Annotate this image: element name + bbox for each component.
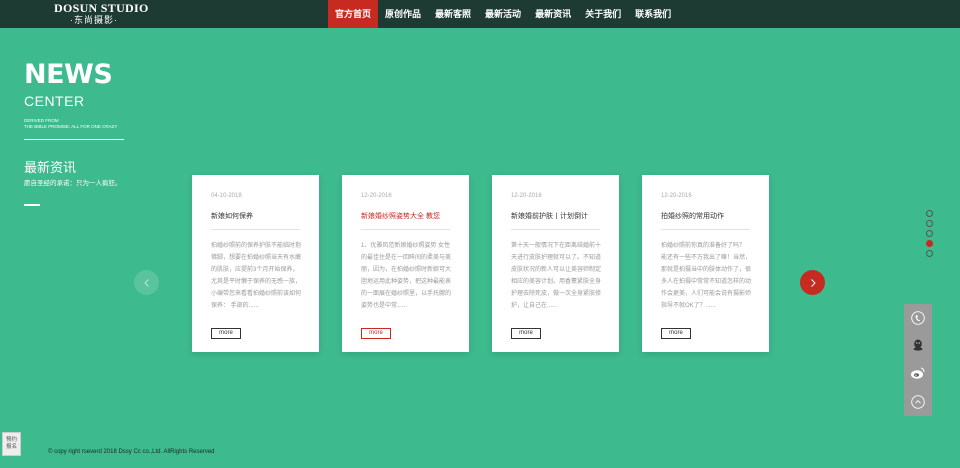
card-title[interactable]: 新娘婚纱照姿势大全 教您 — [361, 211, 453, 221]
nav-home[interactable]: 官方首页 — [328, 0, 379, 28]
card-excerpt: 拍婚纱照前的保养护肤不能临时抱佛脚，想要在拍婚纱照当天有水嫩的肌肤，应提前3个月… — [211, 243, 301, 309]
card-divider — [211, 229, 300, 230]
back-to-top-icon — [911, 395, 925, 409]
card-more-button[interactable]: more — [361, 328, 391, 339]
logo-chinese: ·东尚摄影· — [70, 15, 118, 25]
card-date: 12-20-2016 — [361, 193, 392, 199]
back-to-top-button[interactable] — [908, 392, 928, 412]
news-card-3[interactable]: 12-20-2016 新娘婚前护肤丨计划倒计 第十天一般情况下在距离结婚前十天进… — [492, 175, 619, 352]
card-divider — [511, 229, 600, 230]
nav-news[interactable]: 最新资讯 — [528, 0, 578, 28]
appointment-tab[interactable]: 预约 报名 — [2, 432, 21, 456]
hero-tagline-line2: THE BIBLE PROMISE: ALL FOR ONE CRAZY — [24, 124, 118, 129]
weibo-icon — [911, 367, 925, 379]
card-excerpt: 1、优雅风范新娘婚纱照姿势 女性的最佳住是在一回眸间的柔美与美丽，因为，在拍婚纱… — [361, 243, 451, 309]
floating-contact-bar — [904, 304, 932, 416]
card-more-button[interactable]: more — [211, 328, 241, 339]
card-divider — [361, 229, 450, 230]
card-title[interactable]: 新娘如何保养 — [211, 211, 303, 221]
card-date: 12-20-2016 — [511, 193, 542, 199]
main-nav: 官方首页 原创作品 最新客照 最新活动 最新资讯 关于我们 联系我们 — [328, 0, 678, 28]
card-excerpt: 拍婚纱照前你真的准备好了吗？ 能还有一些不万我出了嘛！当然，那就是拍摄当中的肢体… — [661, 243, 751, 309]
card-date: 04-10-2018 — [211, 193, 242, 199]
carousel-next-button[interactable] — [800, 270, 825, 295]
pagination-dot[interactable] — [926, 220, 933, 227]
card-title[interactable]: 新娘婚前护肤丨计划倒计 — [511, 211, 603, 221]
card-divider — [661, 229, 750, 230]
weibo-button[interactable] — [908, 363, 928, 383]
hero-center-heading: CENTER — [24, 93, 85, 109]
nav-events[interactable]: 最新活动 — [478, 0, 528, 28]
appointment-label-line2: 报名 — [5, 444, 17, 450]
logo[interactable]: DOSUN STUDIO ·东尚摄影· — [54, 1, 149, 26]
pagination-dot[interactable] — [926, 230, 933, 237]
nav-contact[interactable]: 联系我们 — [628, 0, 678, 28]
carousel-pagination — [926, 210, 934, 260]
phone-button[interactable] — [908, 308, 928, 328]
pagination-dot-active[interactable] — [926, 240, 933, 247]
carousel-prev-button[interactable] — [134, 270, 159, 295]
hero-tagline: DERIVED FROM THE BIBLE PROMISE: ALL FOR … — [24, 118, 117, 130]
nav-about[interactable]: 关于我们 — [578, 0, 628, 28]
card-more-button[interactable]: more — [661, 328, 691, 339]
news-card-1[interactable]: 04-10-2018 新娘如何保养 拍婚纱照前的保养护肤不能临时抱佛脚，想要在拍… — [192, 175, 319, 352]
logo-english: DOSUN STUDIO — [54, 1, 149, 15]
nav-original-works[interactable]: 原创作品 — [378, 0, 428, 28]
phone-icon — [911, 311, 925, 325]
qq-button[interactable] — [908, 335, 928, 355]
card-date: 12-20-2016 — [661, 193, 692, 199]
chevron-left-icon — [143, 278, 149, 287]
pagination-dot[interactable] — [926, 250, 933, 257]
card-title[interactable]: 拍婚纱照的常用动作 — [661, 211, 753, 221]
appointment-label-line1: 预约 — [5, 437, 17, 443]
card-excerpt: 第十天一般情况下在距离结婚前十天进行皮肤护理就可以了。不知道皮肤状况的新人可以让… — [511, 243, 601, 309]
pagination-dot[interactable] — [926, 210, 933, 217]
card-more-button[interactable]: more — [511, 328, 541, 339]
section-subtitle: 愿自圣经的承诺：只为一人疯狂。 — [24, 180, 122, 187]
top-navbar: DOSUN STUDIO ·东尚摄影· 官方首页 原创作品 最新客照 最新活动 … — [0, 0, 960, 28]
hero-divider — [24, 139, 124, 140]
news-card-4[interactable]: 12-20-2016 拍婚纱照的常用动作 拍婚纱照前你真的准备好了吗？ 能还有一… — [642, 175, 769, 352]
section-divider — [24, 204, 40, 206]
section-title: 最新资讯 — [24, 160, 77, 175]
hero-news-heading: NEWS — [24, 59, 113, 90]
qq-icon — [913, 339, 923, 351]
chevron-right-icon — [810, 278, 816, 287]
nav-client-photos[interactable]: 最新客照 — [428, 0, 478, 28]
news-card-2[interactable]: 12-20-2016 新娘婚纱照姿势大全 教您 1、优雅风范新娘婚纱照姿势 女性… — [342, 175, 469, 352]
footer-copyright: © copy right rseverd 2018 Dssy Cc co.,Lt… — [48, 449, 215, 455]
